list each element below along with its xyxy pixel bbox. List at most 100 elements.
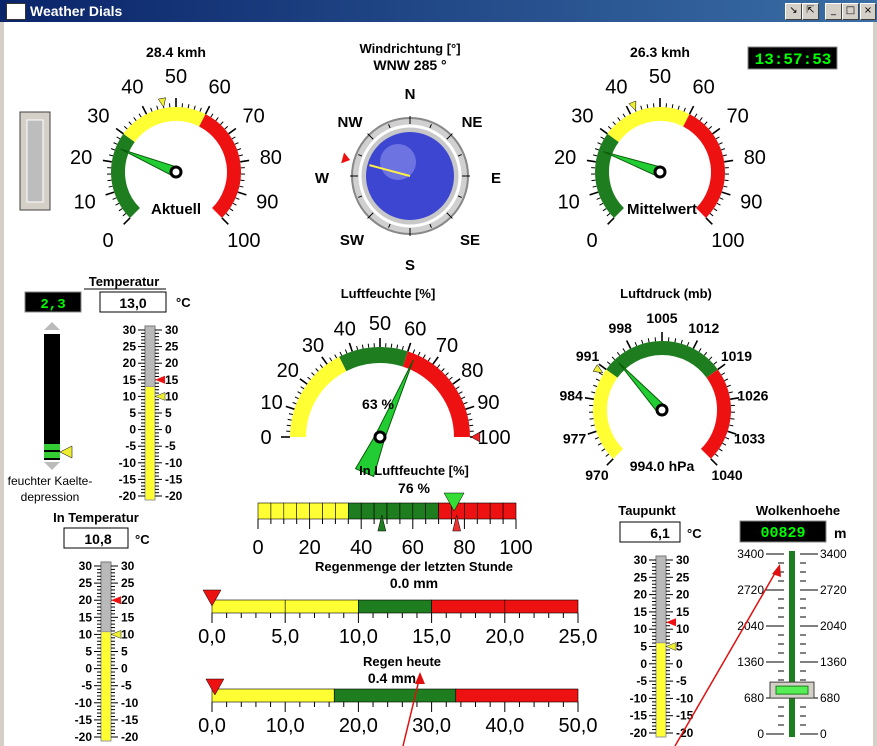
temperature-unit: °C <box>176 295 191 310</box>
gauge-tick-label-2: 20 <box>70 147 92 169</box>
gauge-tick-label-10: 1040 <box>711 467 742 483</box>
cloud-height-slider[interactable]: 3400 34002720 27202040 20401360 1360680 6800 0 <box>737 547 847 741</box>
gauge-tick-2 <box>602 208 607 212</box>
dewpoint-title: Taupunkt <box>618 503 676 518</box>
thermo-label-right-10: -20 <box>165 489 183 503</box>
thermo-label-left-7: -5 <box>81 679 92 693</box>
bar-tick-label-0: 0,0 <box>198 715 226 737</box>
inhum-seg <box>360 502 375 520</box>
gauge-tick-2 <box>601 448 606 452</box>
gauge-tick-34 <box>224 125 229 130</box>
inhum-seg <box>309 502 323 520</box>
gauge-tick-6 <box>592 185 597 188</box>
bar-zone-0 <box>211 688 335 703</box>
gauge-tick-33 <box>422 354 426 359</box>
gauge-tick-label-4: 40 <box>334 319 356 341</box>
depression-up-arrow[interactable] <box>44 322 60 330</box>
humidity-title: Luftfeuchte [%] <box>341 286 436 301</box>
gauge-tick-30 <box>692 340 699 349</box>
thermo-label-left-3: 15 <box>79 610 93 624</box>
gauge-tick-6 <box>590 424 595 427</box>
gauge-tick-8 <box>297 391 302 395</box>
wind-speed-gauge-average: 0 10 20 30 40 50 60 70 80 90 100 <box>554 66 766 252</box>
gauge-tick-37 <box>724 378 729 382</box>
bar-tick-label-1: 10,0 <box>266 715 305 737</box>
gauge-tick-15 <box>321 356 328 365</box>
gauge-tick-33 <box>704 121 708 125</box>
inhum-label-5: 100 <box>499 537 532 559</box>
gauge-hub <box>169 165 183 179</box>
gauge-tick-31 <box>698 348 702 353</box>
gauge-hub <box>653 165 667 179</box>
thermo-label-left-5: 5 <box>129 406 136 420</box>
thermo-label-right-4: 10 <box>676 622 690 636</box>
inhum-label-0: 0 <box>252 537 263 559</box>
gauge-tick-label-5: 50 <box>649 66 671 88</box>
depression-bar <box>44 322 73 470</box>
depression-label-1: feuchter Kaelte- <box>8 474 93 488</box>
compass-label-s: S <box>405 257 415 274</box>
gauge-tick-4 <box>596 197 601 200</box>
thermo-label-left-8: -10 <box>630 691 648 705</box>
gauge-tick-13 <box>113 142 118 145</box>
thermo-label-right-7: -5 <box>676 674 687 688</box>
depression-down-arrow[interactable] <box>44 462 60 470</box>
gauge-tick-50 <box>221 217 229 225</box>
gauge-tick-15 <box>115 127 124 135</box>
thermo-label-left-0: 30 <box>79 559 93 573</box>
gauge-tick-30 <box>407 342 412 352</box>
inhum-seg <box>386 502 401 520</box>
thermometer-fill <box>655 642 667 738</box>
gauge-tick-14 <box>319 364 324 368</box>
rain-today-title: Regen heute <box>363 654 441 669</box>
gauge-tick-5 <box>285 405 295 410</box>
gauge-tick-label-2: 20 <box>554 147 576 169</box>
gauge-tick-6 <box>108 185 113 188</box>
bar-zone-3 <box>431 599 506 614</box>
gauge-tick-38 <box>236 148 242 151</box>
bar-tick-label-5: 50,0 <box>559 715 598 737</box>
gauge-tick-label-1: 10 <box>74 192 96 214</box>
gauge-tick-4 <box>112 197 117 200</box>
thermo-label-right-6: 0 <box>165 423 172 437</box>
gauge-tick-label-5: 50 <box>165 66 187 88</box>
thermo-label-right-6: 0 <box>676 657 683 671</box>
inhum-seg <box>257 502 272 520</box>
inhum-seg <box>425 502 439 520</box>
inhum-seg <box>270 502 285 520</box>
bar-tick-label-0: 0,0 <box>198 626 226 648</box>
gauge-tick-20 <box>625 340 632 349</box>
gauge-zone-2 <box>402 351 470 438</box>
cloud-slider-indicator[interactable] <box>775 685 809 695</box>
gauge-tick-36 <box>721 372 726 376</box>
gauge-tick-17 <box>334 354 338 359</box>
bar-tick-label-5: 25,0 <box>559 626 598 648</box>
wind-current-label: Aktuell <box>151 201 201 218</box>
gauge-tick-29 <box>686 341 690 347</box>
gauge-tick-50 <box>710 458 718 466</box>
inhum-seg <box>335 502 349 520</box>
gauge-tick-label-9: 90 <box>256 192 278 214</box>
gauge-tick-46 <box>235 197 240 200</box>
gauge-tick-label-10: 100 <box>227 230 260 252</box>
inhum-seg <box>464 502 478 520</box>
thermo-label-right-2: 20 <box>165 356 179 370</box>
gauge-tick-22 <box>361 344 364 349</box>
gauge-tick-14 <box>598 372 603 376</box>
gauge-tick-label-7: 70 <box>436 335 458 357</box>
bar-zone-2 <box>455 688 579 703</box>
gauge-tick-23 <box>646 104 649 109</box>
gauge-tick-12 <box>311 372 315 376</box>
cloud-label-left-1: 2720 <box>737 583 764 597</box>
depression-track <box>44 334 60 460</box>
thermo-label-left-6: 0 <box>640 657 647 671</box>
gauge-tick-4 <box>594 436 599 440</box>
gauge-tick-label-4: 40 <box>121 76 143 98</box>
thermo-label-left-8: -10 <box>119 456 137 470</box>
thermo-label-right-2: 20 <box>121 593 135 607</box>
side-scroll-thumb[interactable] <box>26 119 44 203</box>
gauge-tick-1 <box>122 213 127 217</box>
gauge-tick-label-6: 1012 <box>688 320 719 336</box>
thermo-label-right-1: 25 <box>121 576 135 590</box>
gauge-tick-6 <box>292 401 297 405</box>
